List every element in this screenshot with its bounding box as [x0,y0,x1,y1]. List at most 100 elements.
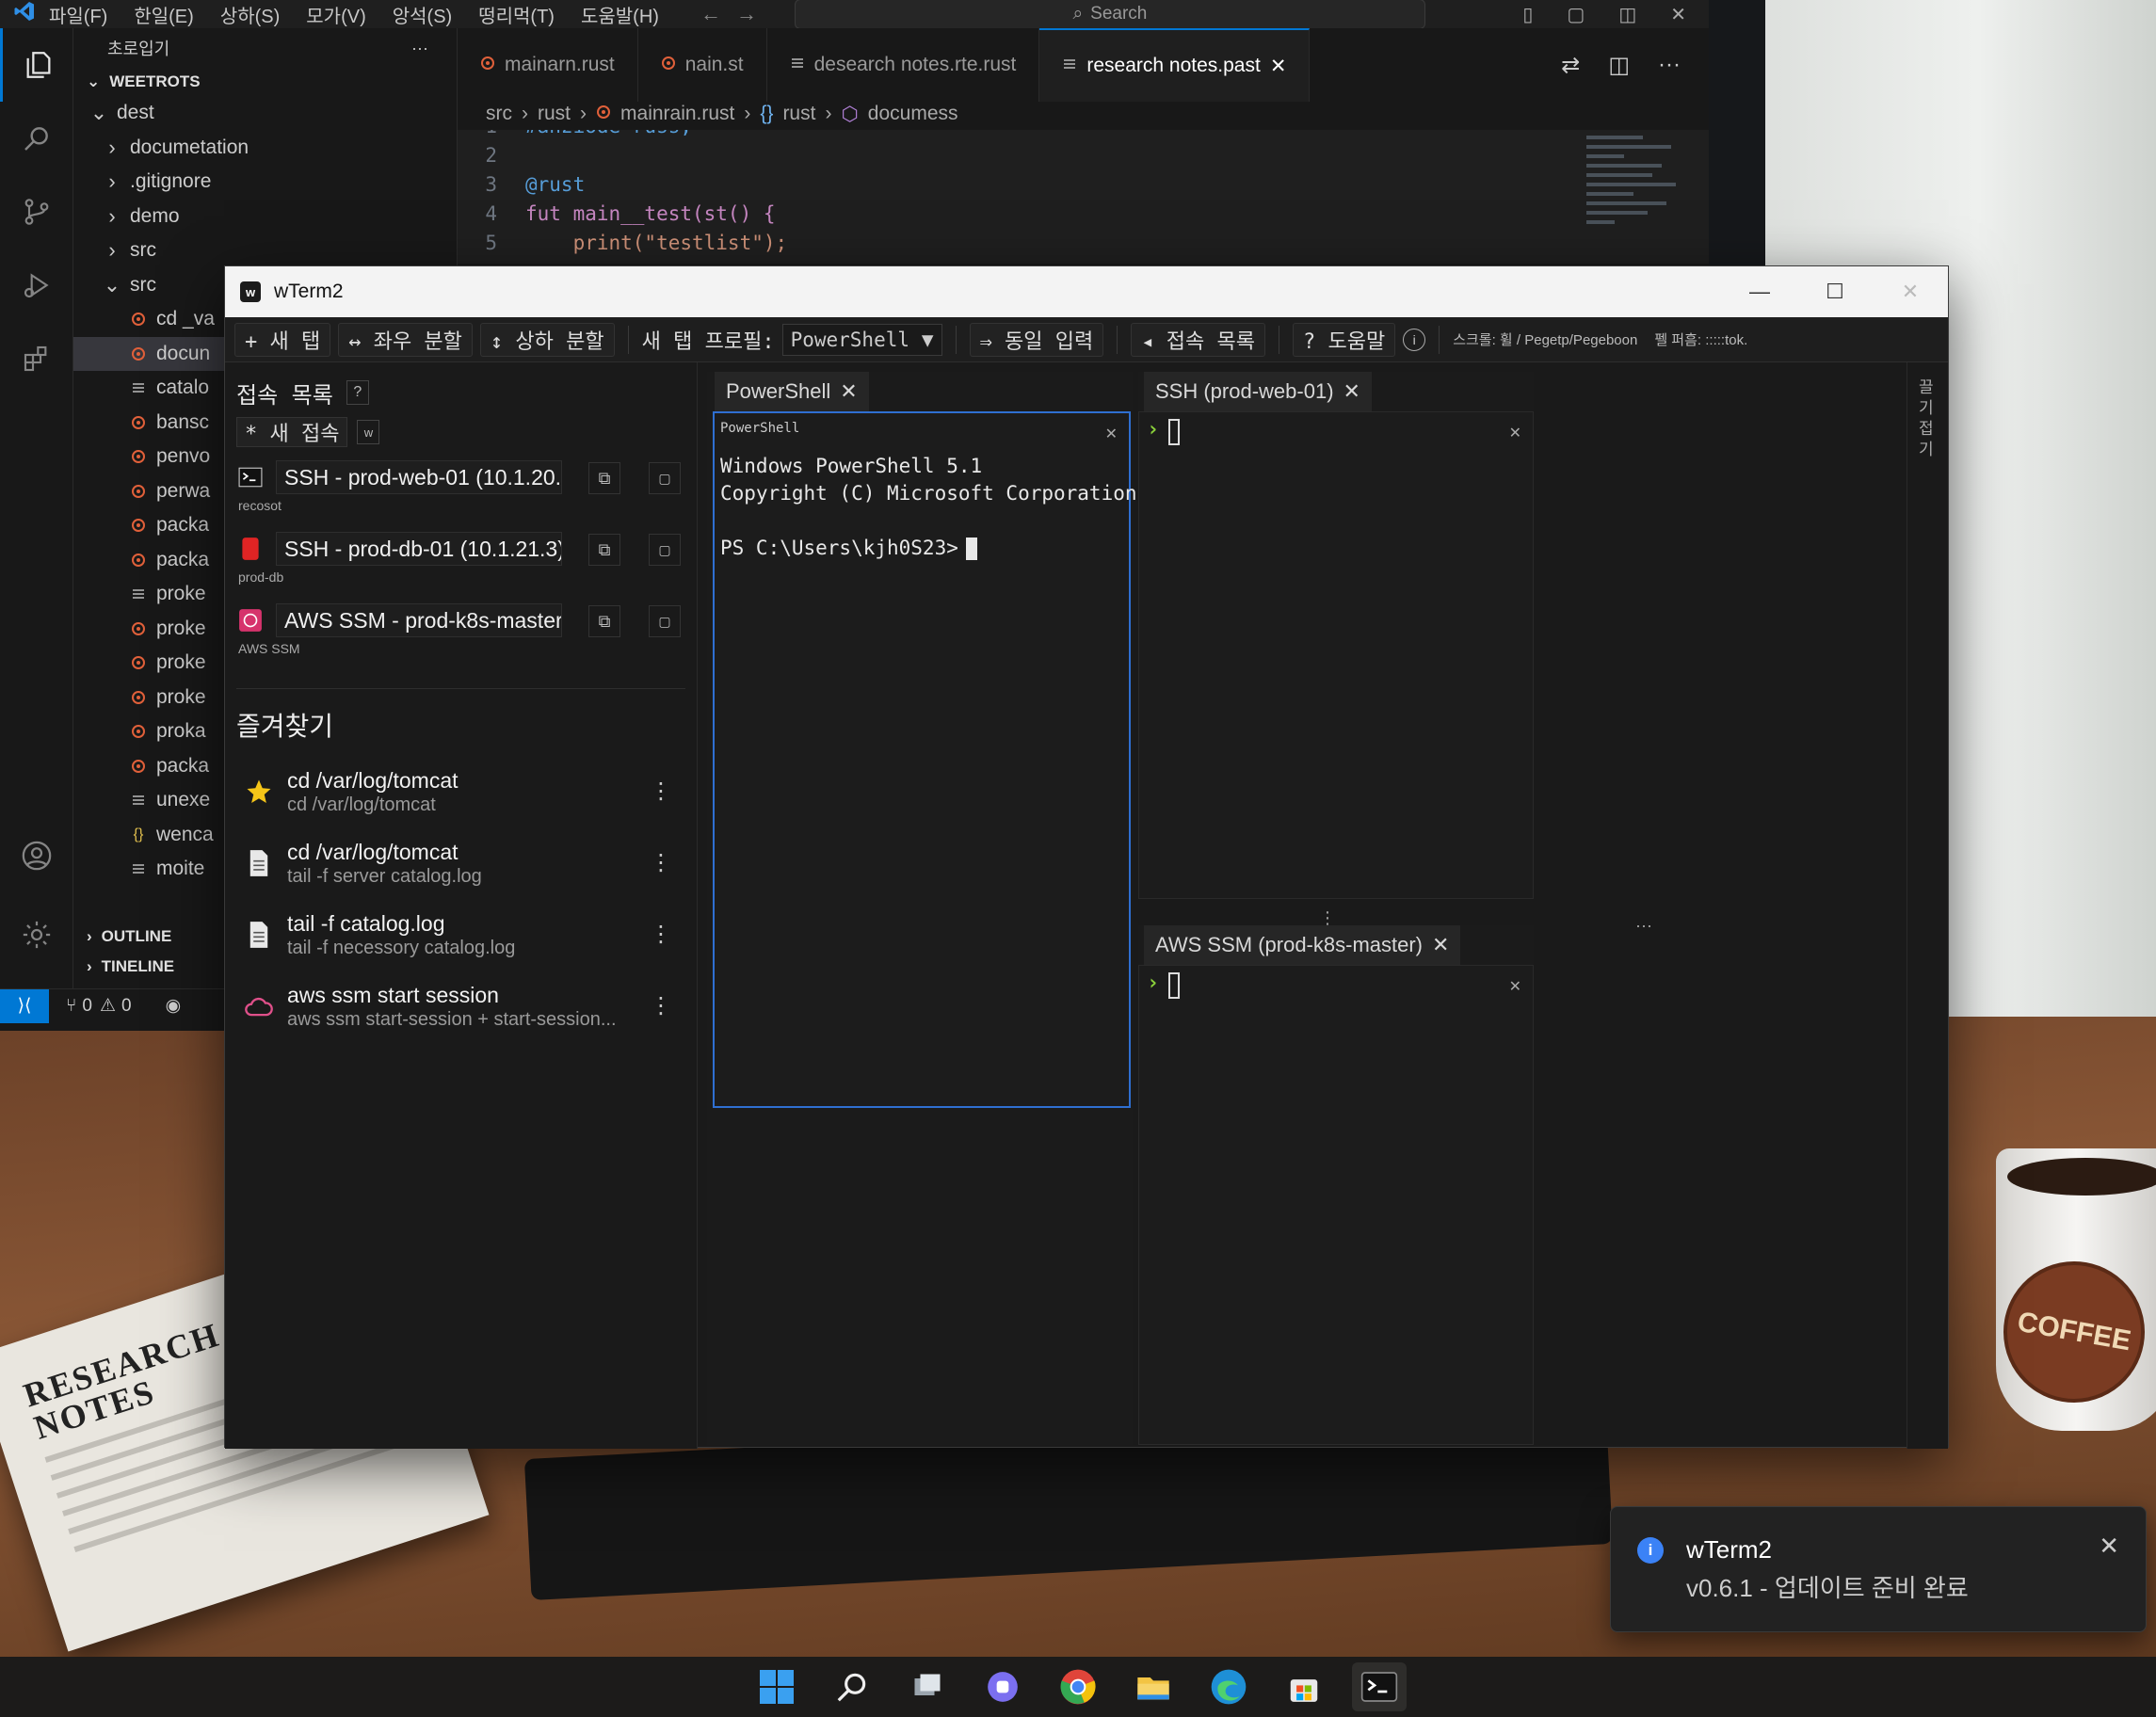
nav-arrows-icon[interactable]: ←→ [700,2,772,26]
explorer-icon[interactable] [0,28,73,102]
more-actions-icon[interactable]: ··· [411,39,428,58]
copy-icon[interactable]: ⧉ [588,462,620,494]
more-actions-icon[interactable]: ··· [1658,52,1681,78]
tab-aws-ssm[interactable]: AWS SSM (prod-k8s-master) ✕ [1144,925,1461,965]
close-tab-icon[interactable]: ✕ [1270,55,1287,78]
close-tab-icon[interactable]: ✕ [1343,379,1360,404]
maximize-icon[interactable]: ☐ [1797,266,1873,317]
tree-item[interactable]: ⌄ dest [73,96,457,131]
minimap[interactable] [1586,130,1690,243]
toggle-sidebar-icon[interactable]: ▯ [1522,3,1533,26]
close-tab-icon[interactable]: ✕ [840,379,857,404]
close-pane-icon[interactable]: ✕ [1509,977,1521,996]
code-editor[interactable]: 1#anziode russ; 2 3 @rust 4 fut main__test(st… [458,130,1709,264]
split-vertical-button[interactable]: ↕ 상하 분할 [479,322,615,357]
connection-item[interactable]: SSH - prod-web-01 (10.1.20.5) ⧉ ▢ recosot [236,458,685,519]
remote-icon[interactable]: ⟩⟨ [0,988,49,1023]
help-button[interactable]: ? 도움말 [1292,322,1396,357]
split-editor-icon[interactable]: ◫ [1608,52,1630,79]
ssm-terminal[interactable]: › ✕ [1138,965,1534,1445]
chrome-icon[interactable] [1051,1662,1105,1711]
explorer-section-header[interactable]: ⌄ WEETROTS [73,68,457,96]
update-notification[interactable]: i wTerm2 v0.6.1 - 업데이트 준비 완료 ✕ [1610,1506,2147,1632]
outline-section-header[interactable]: › OUTLINE [73,923,171,951]
breadcrumb-item[interactable]: documess [868,103,958,125]
editor-tab[interactable]: nain.st [638,28,767,102]
account-icon[interactable] [0,819,73,892]
editor-tab[interactable]: research notes.past ✕ [1039,28,1311,102]
close-icon[interactable]: ✕ [1873,266,1948,317]
toggle-secondary-icon[interactable]: ◫ [1618,3,1636,26]
tree-item[interactable]: › demo [73,200,457,234]
stop-icon[interactable]: ▢ [649,534,681,566]
menu-item[interactable]: 도움발(H) [581,1,659,28]
search-icon[interactable] [0,102,73,175]
more-options-icon[interactable]: ⋮ [650,921,672,948]
new-tab-button[interactable]: + 새 탭 [234,322,331,357]
eye-icon[interactable]: ◉ [166,995,182,1017]
split-handle-horizontal-icon[interactable]: ··· [1635,916,1652,936]
stop-icon[interactable]: ▢ [649,462,681,494]
broadcast-input-button[interactable]: ⇒ 동일 입력 [969,322,1104,357]
editor-tab[interactable]: mainarn.rust [458,28,638,102]
menu-item[interactable]: 한일(E) [134,1,193,28]
wterm-titlebar[interactable]: w wTerm2 — ☐ ✕ [225,266,1948,317]
more-options-icon[interactable]: ⋮ [650,778,672,805]
connection-item[interactable]: AWS SSM - prod-k8s-master ⧉ ▢ AWS SSM [236,602,685,662]
close-notification-icon[interactable]: ✕ [2099,1532,2119,1561]
favorite-item[interactable]: tail -f catalog.log tail -f necessory cat… [236,900,685,970]
collapse-sidebar-handle[interactable]: 끌기 접기 [1907,362,1948,1449]
tab-ssh[interactable]: SSH (prod-web-01) ✕ [1144,372,1372,411]
menu-item[interactable]: 상하(S) [220,1,280,28]
ssh-terminal[interactable]: › ✕ [1138,411,1534,899]
store-icon[interactable] [1277,1662,1331,1711]
error-count[interactable]: 0 [82,996,92,1017]
close-icon[interactable]: ✕ [1670,3,1686,26]
copy-icon[interactable]: ⧉ [588,605,620,637]
windows-start-icon[interactable] [749,1662,804,1711]
favorite-item[interactable]: aws ssm start session aws ssm start-sessi… [236,971,685,1041]
file-explorer-icon[interactable] [1126,1662,1181,1711]
editor-tab[interactable]: desearch notes.rte.rust [767,28,1040,102]
new-connection-shortcut[interactable]: w [357,420,380,444]
settings-gear-icon[interactable] [0,898,73,971]
run-debug-icon[interactable] [0,249,73,322]
connection-item[interactable]: SSH - prod-db-01 (10.1.21.3) ⧉ ▢ prod-db [236,530,685,590]
menu-item[interactable]: 앙석(S) [393,1,452,28]
tree-item[interactable]: › .gitignore [73,165,457,200]
favorite-item[interactable]: cd /var/log/tomcat tail -f server catalog… [236,828,685,898]
breadcrumb-item[interactable]: rust [782,103,815,125]
tab-powershell[interactable]: PowerShell ✕ [715,372,869,411]
close-pane-icon[interactable]: ✕ [1105,425,1118,443]
menu-item[interactable]: 떵리먹(T) [478,1,555,28]
help-icon[interactable]: ? [346,380,369,405]
close-tab-icon[interactable]: ✕ [1432,933,1449,957]
profile-select[interactable]: PowerShell ▼ [781,323,942,356]
close-pane-icon[interactable]: ✕ [1509,424,1521,442]
breadcrumb-item[interactable]: src [486,103,512,125]
search-icon[interactable] [825,1662,879,1711]
menu-item[interactable]: 파일(F) [49,1,107,28]
powershell-terminal[interactable]: PowerShell ✕ Windows PowerShell 5.1 Copyr… [713,411,1351,1108]
tree-item[interactable]: › documetation [73,131,457,166]
new-connection-button[interactable]: * 새 접속 [236,417,348,447]
breadcrumb-item[interactable]: rust [538,103,571,125]
timeline-section-header[interactable]: › TINELINE [73,953,174,981]
toggle-panel-icon[interactable]: ▢ [1567,3,1585,26]
command-search-input[interactable]: ⌕ Search [794,0,1425,29]
info-icon[interactable]: i [1403,328,1426,351]
copy-icon[interactable]: ⧉ [588,534,620,566]
terminal-icon[interactable] [1352,1662,1407,1711]
stop-icon[interactable]: ▢ [649,605,681,637]
menu-item[interactable]: 모가(V) [306,1,365,28]
extensions-icon[interactable] [0,322,73,395]
split-horizontal-button[interactable]: ↔ 좌우 분할 [338,322,473,357]
more-options-icon[interactable]: ⋮ [650,849,672,876]
tree-item[interactable]: › src [73,233,457,268]
connection-list-button[interactable]: ◂ 접속 목록 [1131,322,1265,357]
minimize-icon[interactable]: — [1722,266,1797,317]
task-view-icon[interactable] [900,1662,955,1711]
compare-icon[interactable]: ⇄ [1561,52,1580,79]
teams-icon[interactable] [975,1662,1030,1711]
breadcrumb-item[interactable]: mainrain.rust [620,103,734,125]
